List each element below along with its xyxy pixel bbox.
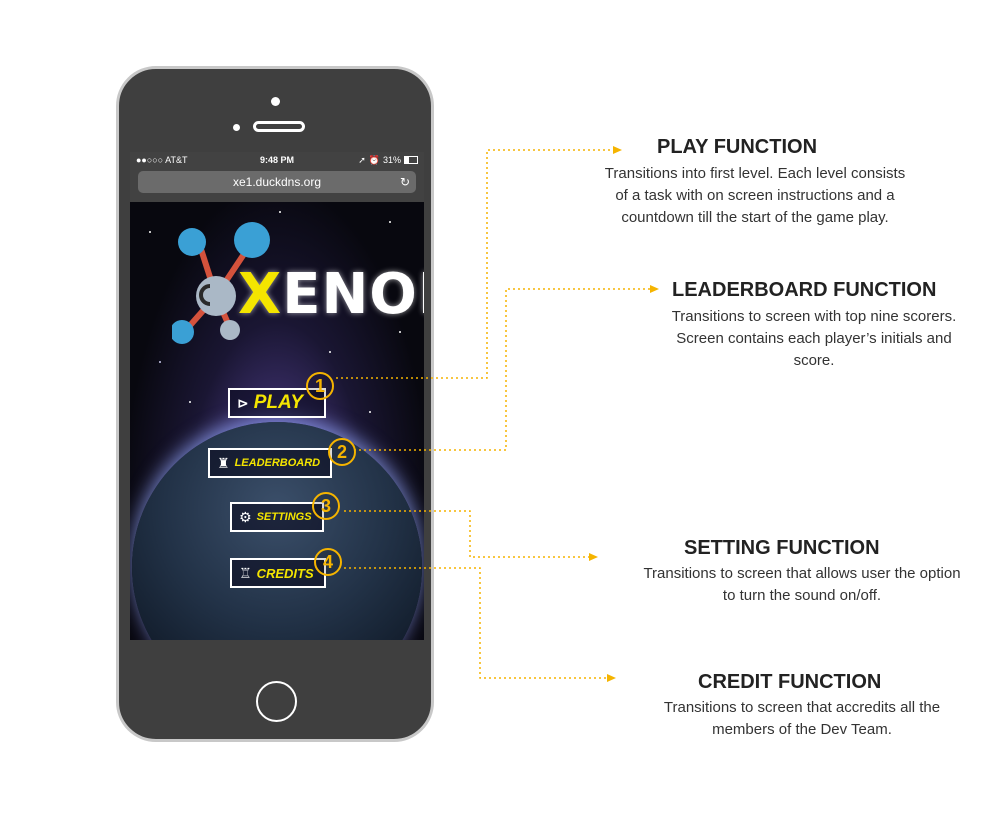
front-camera-icon <box>271 97 280 106</box>
credits-label: CREDITS <box>256 565 314 581</box>
leaderboard-button[interactable]: ♜ LEADERBOARD <box>208 448 332 478</box>
settings-label: SETTINGS <box>256 511 312 523</box>
arrowhead-leaderboard <box>650 285 659 293</box>
arrowhead-credits <box>607 674 616 682</box>
xenon-logo-text: XENON <box>238 262 424 327</box>
trophy-icon: ♜ <box>217 454 230 471</box>
robot-icon: ♖ <box>239 564 252 581</box>
play-function-description: Transitions into first level. Each level… <box>604 165 906 226</box>
arrowhead-play <box>613 146 622 154</box>
callout-number-2: 2 <box>328 438 356 466</box>
phone-screen: ●●○○○ AT&T 9:48 PM ➚ ⏰ 31% xe1.duckdns.o… <box>130 152 424 640</box>
play-circle-icon: ⊳ <box>237 394 249 411</box>
alarm-icon: ⏰ <box>368 155 380 165</box>
play-label: PLAY <box>253 392 303 413</box>
gear-icon: ⚙ <box>239 508 252 525</box>
leaderboard-function-description: Transitions to screen with top nine scor… <box>671 308 957 369</box>
address-bar[interactable]: xe1.duckdns.org ↻ <box>138 171 416 193</box>
arrowhead-settings <box>589 553 598 561</box>
credits-button[interactable]: ♖ CREDITS <box>230 558 326 588</box>
settings-button[interactable]: ⚙ SETTINGS <box>230 502 324 532</box>
earpiece-speaker-icon <box>253 121 305 132</box>
url-text: xe1.duckdns.org <box>232 175 322 189</box>
callout-number-1: 1 <box>306 372 334 400</box>
home-button[interactable] <box>256 681 297 722</box>
status-right: ➚ ⏰ 31% <box>358 152 418 168</box>
credit-function-description: Transitions to screen that accredits all… <box>663 699 941 738</box>
battery-percent: 31% <box>382 155 401 165</box>
reload-icon[interactable]: ↻ <box>400 171 410 193</box>
leaderboard-label: LEADERBOARD <box>234 457 321 469</box>
callout-number-3: 3 <box>312 492 340 520</box>
callout-number-4: 4 <box>314 548 342 576</box>
battery-icon <box>404 156 418 164</box>
setting-function-title: SETTING FUNCTION <box>684 537 880 559</box>
play-function-title: PLAY FUNCTION <box>657 136 818 158</box>
proximity-sensor-icon <box>233 124 240 131</box>
setting-function-description: Transitions to screen that allows user t… <box>643 565 961 604</box>
status-bar: ●●○○○ AT&T 9:48 PM ➚ ⏰ 31% <box>130 152 424 168</box>
leaderboard-function-title: LEADERBOARD FUNCTION <box>672 279 937 301</box>
game-canvas: XENON ⊳ PLAY ♜ LEADERBOARD ⚙ SETTINGS ♖ … <box>130 202 424 640</box>
credit-function-title: CREDIT FUNCTION <box>698 671 882 693</box>
location-arrow-icon: ➚ <box>358 155 366 165</box>
